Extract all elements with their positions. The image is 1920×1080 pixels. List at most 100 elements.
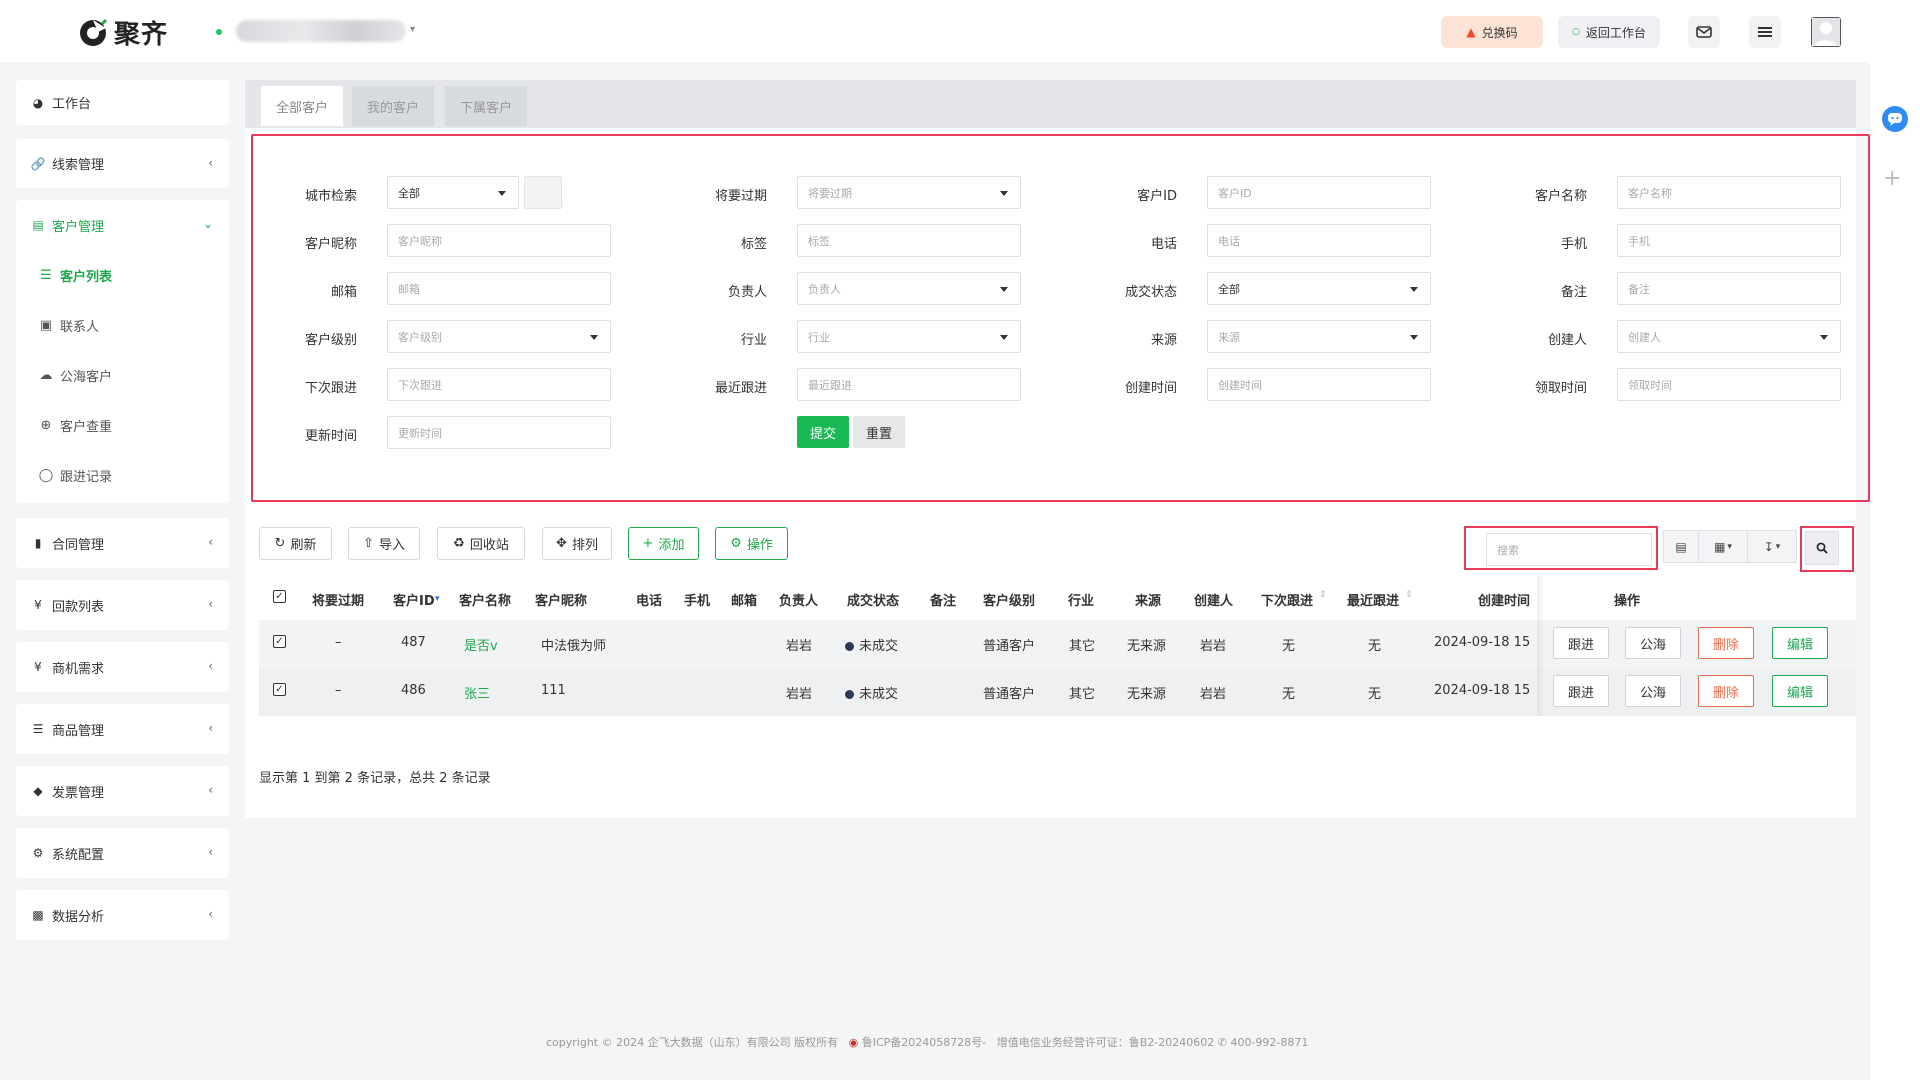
sidebar-subitem-customer-list[interactable]: ☰ 客户列表 (16, 250, 229, 300)
export-button[interactable]: ↧ ▾ (1747, 530, 1797, 563)
next-follow-input[interactable]: 下次跟进 (387, 368, 611, 401)
sidebar-item-opportunities[interactable]: ¥ 商机需求 ‹ (16, 642, 229, 692)
sort-desc-icon[interactable]: ▾ (435, 594, 440, 604)
customer-name-input[interactable]: 客户名称 (1617, 176, 1841, 209)
phone-input[interactable]: 电话 (1207, 224, 1431, 257)
tenant-selector[interactable] (236, 20, 406, 42)
created-time-input[interactable]: 创建时间 (1207, 368, 1431, 401)
tab-subordinate-customers[interactable]: 下属客户 (445, 86, 528, 126)
claimed-time-input[interactable]: 领取时间 (1617, 368, 1841, 401)
sidebar-item-invoices[interactable]: ◆ 发票管理 ‹ (16, 766, 229, 816)
sidebar-item-contracts[interactable]: ▮ 合同管理 ‹ (16, 518, 229, 568)
columns-toggle-button[interactable]: ▦ ▾ (1698, 530, 1748, 563)
col-mobile[interactable]: 手机 (684, 590, 710, 609)
select-all-checkbox[interactable]: ✓ (273, 590, 286, 603)
row-checkbox[interactable]: ✓ (273, 635, 286, 648)
cell-customer-name-link[interactable]: 是否v (464, 635, 498, 654)
refresh-button[interactable]: ↻ 刷新 (259, 527, 332, 560)
sidebar-item-leads[interactable]: 🔗 线索管理 ‹ (16, 139, 229, 188)
sort-icon[interactable]: ⇕ (1405, 590, 1413, 600)
delete-button[interactable]: 删除 (1698, 675, 1754, 707)
col-industry[interactable]: 行业 (1068, 590, 1094, 609)
customer-id-input[interactable]: 客户ID (1207, 176, 1431, 209)
sidebar-item-products[interactable]: ☰ 商品管理 ‹ (16, 704, 229, 754)
recycle-bin-button[interactable]: ♻ 回收站 (437, 527, 525, 560)
col-customer-level[interactable]: 客户级别 (983, 590, 1035, 609)
col-email[interactable]: 邮箱 (731, 590, 757, 609)
col-deal-status[interactable]: 成交状态 (847, 590, 899, 609)
city-search-extra-box[interactable] (524, 176, 562, 209)
email-input[interactable]: 邮箱 (387, 272, 611, 305)
tab-my-customers[interactable]: 我的客户 (352, 86, 435, 126)
updated-time-input[interactable]: 更新时间 (387, 416, 611, 449)
back-to-workbench-button[interactable]: ○ 返回工作台 (1558, 16, 1660, 48)
move-to-pool-button[interactable]: 公海 (1625, 627, 1681, 659)
col-remark[interactable]: 备注 (930, 590, 956, 609)
tag-input[interactable]: 标签 (797, 224, 1021, 257)
follow-button[interactable]: 跟进 (1553, 675, 1609, 707)
delete-button[interactable]: 删除 (1698, 627, 1754, 659)
sidebar-subitem-contacts[interactable]: ▣ 联系人 (16, 300, 229, 350)
col-owner[interactable]: 负责人 (779, 590, 818, 609)
search-button[interactable] (1805, 531, 1839, 565)
sort-icon[interactable]: ⇕ (1319, 590, 1327, 600)
tab-all-customers[interactable]: 全部客户 (261, 86, 344, 126)
col-created-time[interactable]: 创建时间 (1478, 590, 1530, 609)
sidebar-item-customers[interactable]: ▤ 客户管理 ⌄ (16, 200, 229, 250)
remark-input[interactable]: 备注 (1617, 272, 1841, 305)
follow-button[interactable]: 跟进 (1553, 627, 1609, 659)
redeem-code-button[interactable]: ▲ 兑换码 (1441, 16, 1543, 48)
mail-button[interactable] (1688, 16, 1720, 48)
sidebar-item-analytics[interactable]: ▩ 数据分析 ‹ (16, 890, 229, 940)
user-avatar[interactable] (1811, 17, 1841, 47)
cell-customer-name-link[interactable]: 张三 (464, 683, 490, 702)
sidebar-subitem-public-pool[interactable]: ☁ 公海客户 (16, 350, 229, 400)
sidebar-subitem-follow-records[interactable]: ◯ 跟进记录 (16, 450, 229, 500)
creator-select[interactable]: 创建人 (1617, 320, 1841, 353)
owner-select[interactable]: 负责人 (797, 272, 1021, 305)
chat-assistant-button[interactable] (1882, 106, 1908, 132)
add-button[interactable]: + 添加 (628, 527, 699, 560)
import-button[interactable]: ⇧ 导入 (348, 527, 420, 560)
col-next-follow[interactable]: 下次跟进 (1261, 590, 1313, 609)
col-recent-follow[interactable]: 最近跟进 (1347, 590, 1399, 609)
actions-button[interactable]: ⚙ 操作 (715, 527, 788, 560)
submit-button[interactable]: 提交 (797, 416, 849, 448)
col-nickname[interactable]: 客户昵称 (535, 590, 587, 609)
icp-link[interactable]: 鲁ICP备2024058728号- (862, 1036, 987, 1049)
add-plugin-icon[interactable]: + (1883, 166, 1901, 191)
reset-button[interactable]: 重置 (853, 416, 905, 448)
move-to-pool-button[interactable]: 公海 (1625, 675, 1681, 707)
sidebar-subitem-duplicate-check[interactable]: ⊕ 客户查重 (16, 400, 229, 450)
recent-follow-input[interactable]: 最近跟进 (797, 368, 1021, 401)
col-phone[interactable]: 电话 (636, 590, 662, 609)
col-creator[interactable]: 创建人 (1194, 590, 1233, 609)
columns-button[interactable]: ✥ 排列 (542, 527, 612, 560)
edit-button[interactable]: 编辑 (1772, 675, 1828, 707)
deal-status-select[interactable]: 全部 (1207, 272, 1431, 305)
col-customer-name[interactable]: 客户名称 (459, 590, 511, 609)
brand-logo[interactable]: 聚齐 (78, 14, 168, 51)
row-checkbox[interactable]: ✓ (273, 683, 286, 696)
mobile-input[interactable]: 手机 (1617, 224, 1841, 257)
col-customer-id[interactable]: 客户ID (393, 590, 435, 609)
created-time-label: 创建时间 (1124, 381, 1177, 396)
sidebar-item-workbench[interactable]: ◕ 工作台 (16, 80, 229, 125)
col-expiring[interactable]: 将要过期 (312, 590, 364, 609)
table-row[interactable]: ✓ – 487 是否v 中法俄为师 岩岩 未成交 普通客户 其它 无来源 岩岩 … (259, 620, 1856, 668)
menu-button[interactable] (1749, 16, 1781, 48)
sidebar-item-payments[interactable]: ¥ 回款列表 ‹ (16, 580, 229, 630)
source-select[interactable]: 来源 (1207, 320, 1431, 353)
industry-select[interactable]: 行业 (797, 320, 1021, 353)
table-row[interactable]: ✓ – 486 张三 111 岩岩 未成交 普通客户 其它 无来源 岩岩 无 无… (259, 668, 1856, 716)
card-view-button[interactable]: ▤ (1663, 530, 1699, 563)
expiring-select[interactable]: 将要过期 (797, 176, 1021, 209)
sidebar-item-settings[interactable]: ⚙ 系统配置 ‹ (16, 828, 229, 878)
nickname-input[interactable]: 客户昵称 (387, 224, 611, 257)
city-search-select[interactable]: 全部 (387, 176, 519, 209)
col-source[interactable]: 来源 (1135, 590, 1161, 609)
table-search-input[interactable]: 搜索 (1486, 533, 1652, 566)
edit-button[interactable]: 编辑 (1772, 627, 1828, 659)
customer-level-select[interactable]: 客户级别 (387, 320, 611, 353)
caret-down-icon[interactable]: ▾ (410, 24, 415, 35)
